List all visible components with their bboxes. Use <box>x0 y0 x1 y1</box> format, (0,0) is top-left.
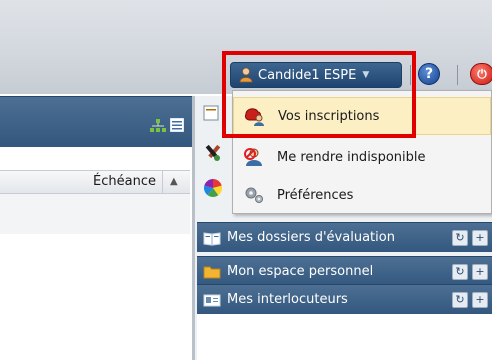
grid-body <box>0 194 190 234</box>
accordion-item-dossiers[interactable]: Mes dossiers d'évaluation ↻ + <box>197 222 492 252</box>
accordion-item-espace[interactable]: Mon espace personnel ↻ + <box>197 256 492 286</box>
sort-ascending-icon[interactable]: ▲ <box>170 171 178 193</box>
add-icon[interactable]: + <box>472 229 488 246</box>
logout-button[interactable]: ⏻ <box>470 63 492 85</box>
right-panel-body <box>197 314 492 360</box>
contacts-icon <box>203 294 221 306</box>
refresh-icon[interactable]: ↻ <box>452 263 468 280</box>
menu-item-label: Me rendre indisponible <box>277 149 426 165</box>
accordion-item-label: Mon espace personnel <box>227 264 374 279</box>
accordion-item-label: Mes interlocuteurs <box>227 292 348 307</box>
refresh-icon[interactable]: ↻ <box>452 291 468 308</box>
accordion-item-interlocuteurs[interactable]: Mes interlocuteurs ↻ + <box>197 284 492 314</box>
book-icon <box>203 231 221 246</box>
highlight-annotation <box>222 51 416 138</box>
header-separator <box>457 65 458 85</box>
panel-icon <box>203 105 219 121</box>
folder-icon <box>203 266 221 278</box>
add-icon[interactable]: + <box>472 263 488 280</box>
unavailable-user-icon <box>244 148 262 166</box>
menu-item-preferences[interactable]: Préférences <box>233 176 491 214</box>
menu-item-indisponible[interactable]: Me rendre indisponible <box>233 138 491 176</box>
add-icon[interactable]: + <box>472 291 488 308</box>
menu-item-label: Préférences <box>277 187 354 203</box>
color-wheel-icon <box>203 178 223 198</box>
column-header-label: Échéance <box>93 174 156 189</box>
power-icon: ⏻ <box>477 66 487 81</box>
list-view-icon[interactable] <box>170 118 184 132</box>
column-header-echeance[interactable]: Échéance <box>0 170 163 194</box>
refresh-icon[interactable]: ↻ <box>452 229 468 246</box>
tree-view-icon[interactable] <box>150 119 166 133</box>
tools-icon <box>205 144 221 161</box>
accordion-item-label: Mes dossiers d'évaluation <box>227 230 395 245</box>
help-icon: ? <box>424 66 434 82</box>
help-button[interactable]: ? <box>418 63 440 85</box>
gears-icon <box>245 187 263 203</box>
